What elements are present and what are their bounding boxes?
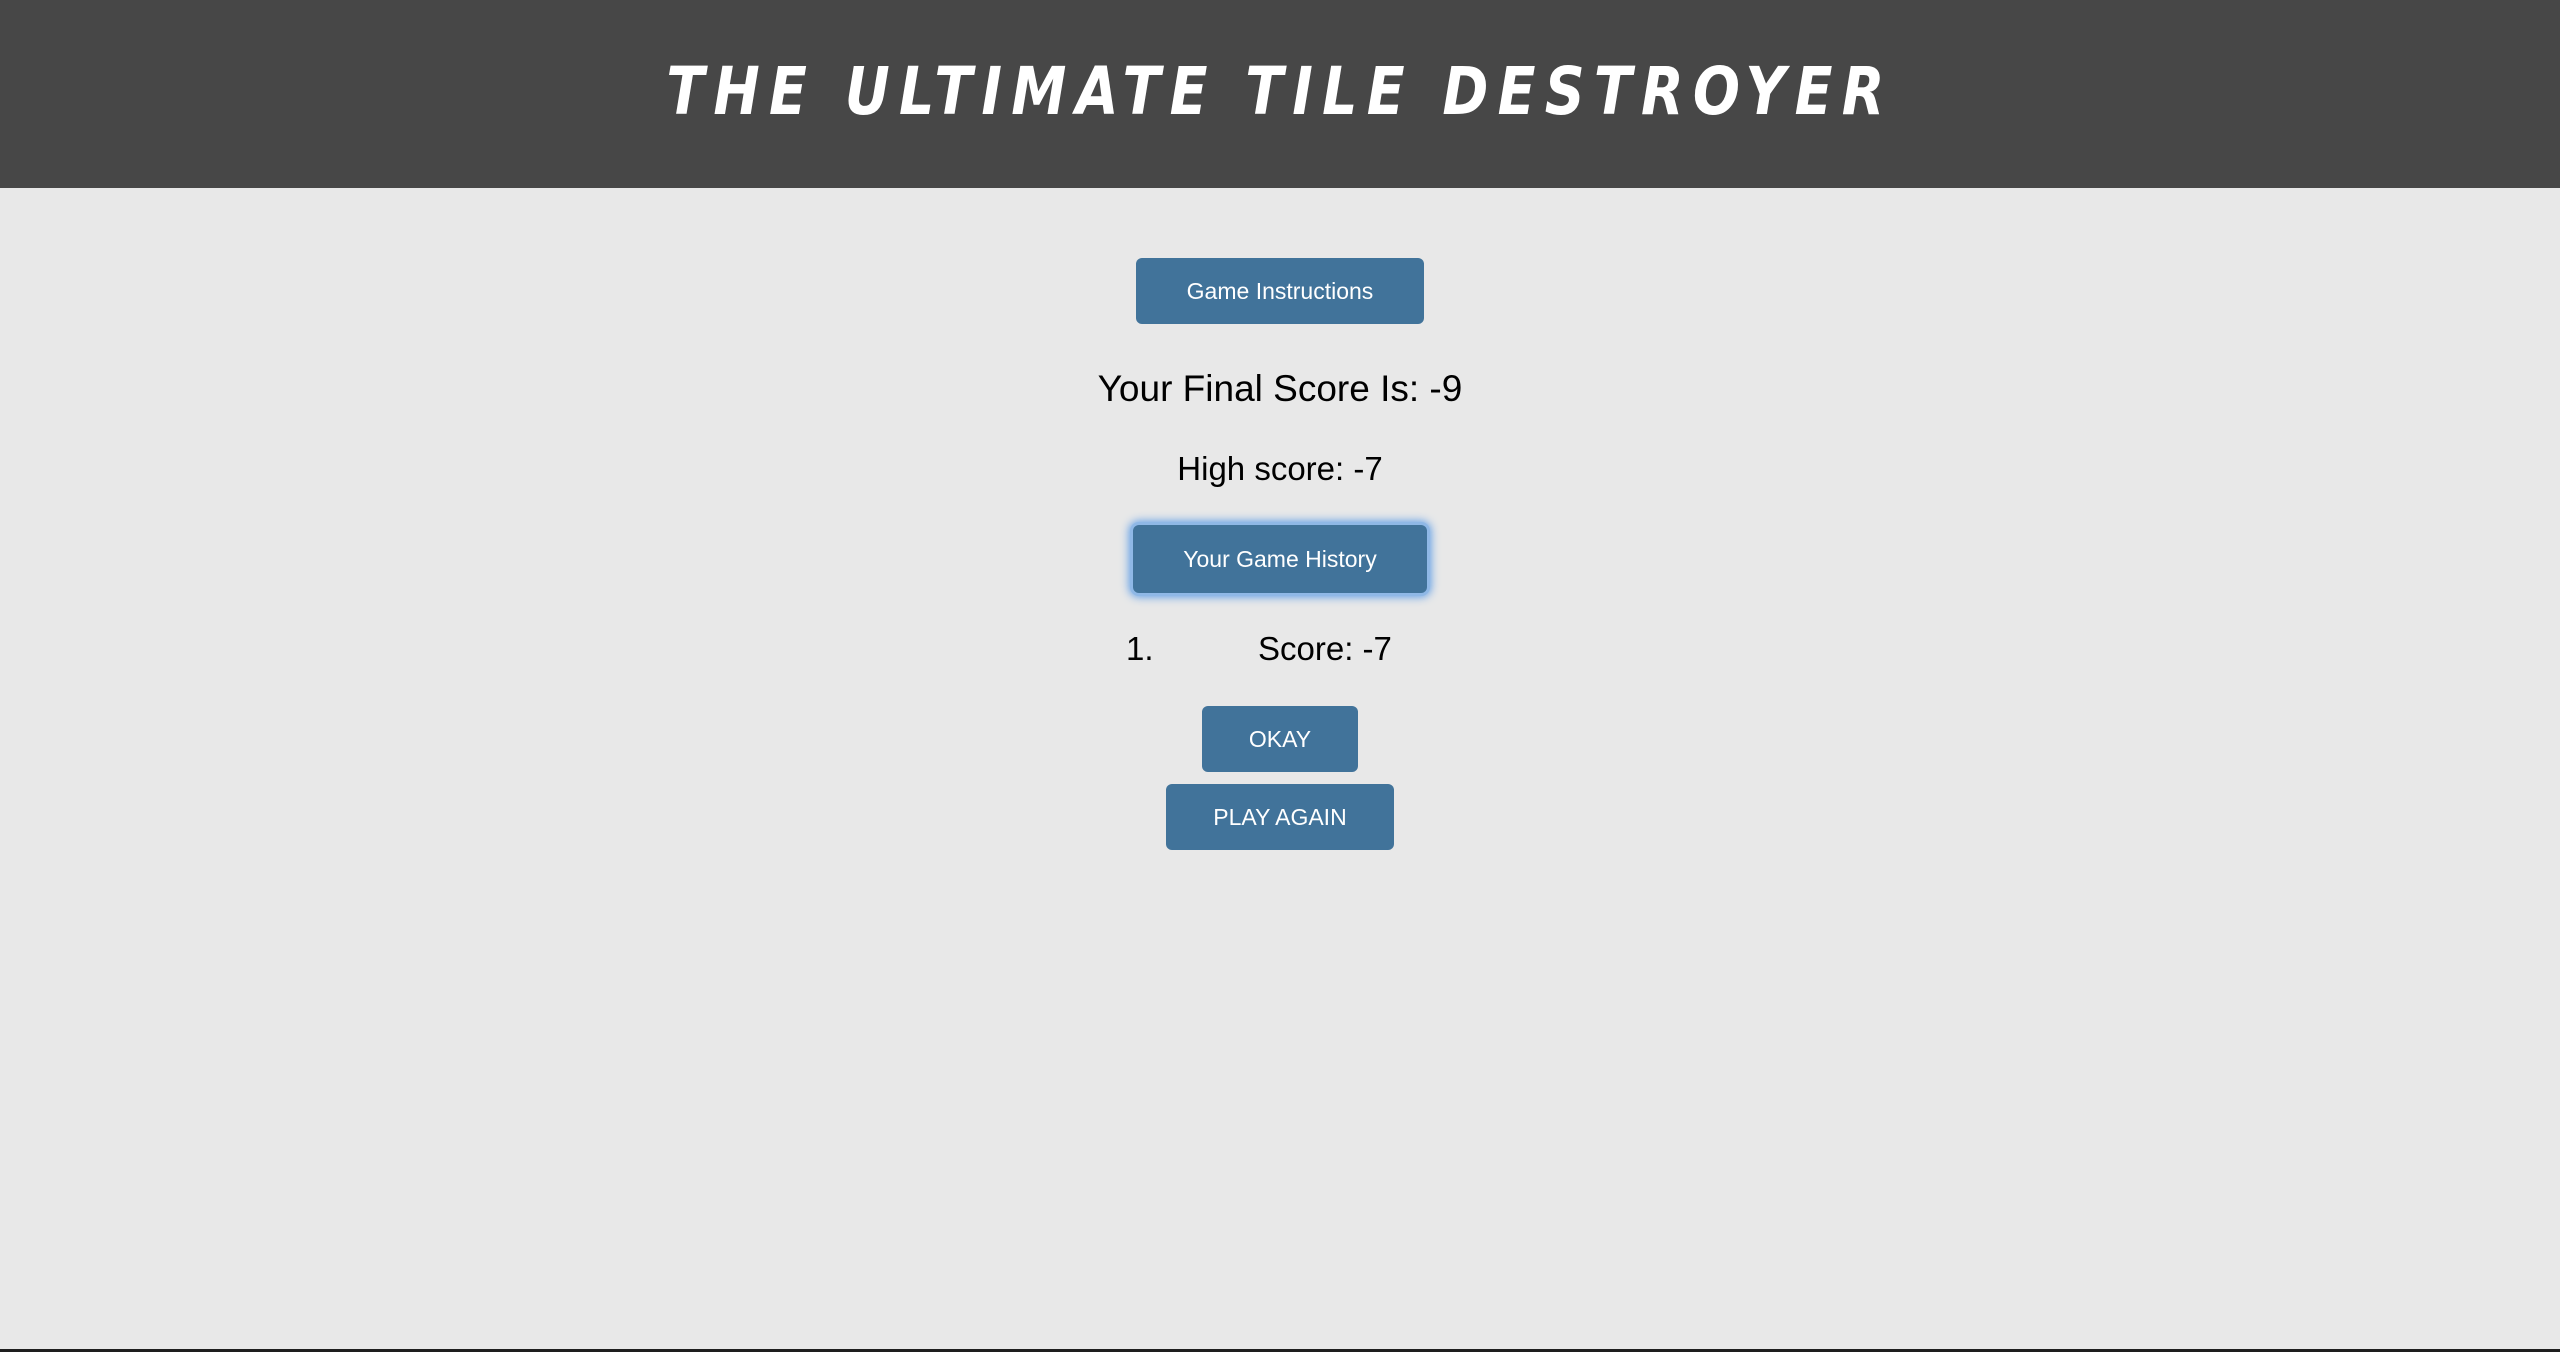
history-entry-score: Score: -7: [1258, 630, 1392, 667]
play-again-button[interactable]: PLAY AGAIN: [1166, 784, 1394, 850]
game-history-button[interactable]: Your Game History: [1133, 525, 1427, 593]
game-title: THE ULTIMATE TILE DESTROYER: [666, 53, 1894, 130]
page: THE ULTIMATE TILE DESTROYER Game Instruc…: [0, 0, 2560, 1352]
high-score-text: High score: -7: [1177, 450, 1383, 487]
game-instructions-button[interactable]: Game Instructions: [1136, 258, 1424, 324]
header-bar: THE ULTIMATE TILE DESTROYER: [0, 0, 2560, 188]
okay-button[interactable]: OKAY: [1202, 706, 1358, 772]
final-score-text: Your Final Score Is: -9: [1097, 368, 1463, 409]
history-entry-rank: 1.: [1126, 630, 1154, 667]
